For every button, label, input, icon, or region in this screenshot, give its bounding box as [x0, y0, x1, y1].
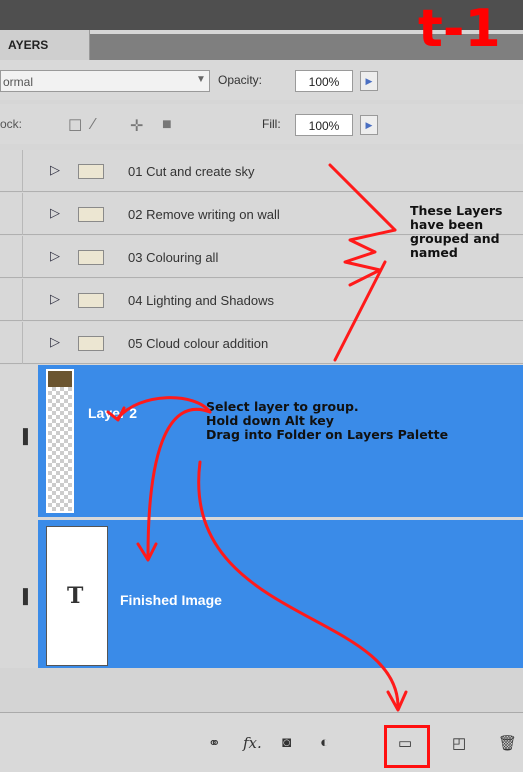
- long-arrow-to-folder: [197, 460, 400, 707]
- brace-line: [343, 228, 397, 287]
- arrow-to-groups-bottom: [333, 260, 387, 362]
- arrow-to-groups-top: [328, 163, 397, 232]
- curve-arrow-down: [146, 407, 212, 558]
- arrowhead-left: [106, 406, 126, 422]
- annotation-arrows: [106, 163, 408, 712]
